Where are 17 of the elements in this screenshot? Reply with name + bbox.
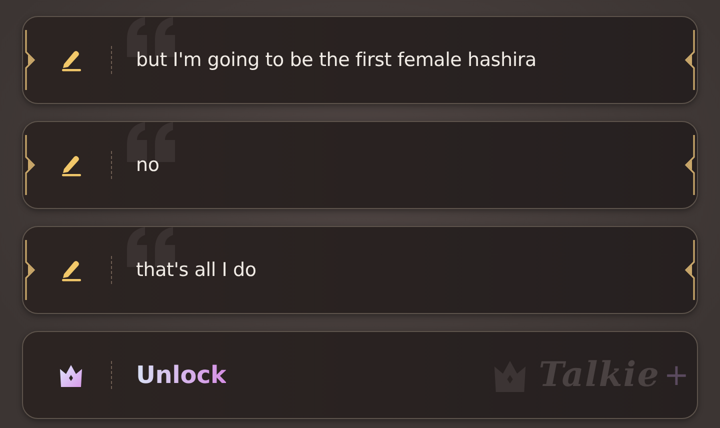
plus-sign: + — [664, 358, 689, 392]
pencil-icon — [59, 258, 83, 282]
reply-text: no — [136, 154, 160, 176]
pencil-icon — [59, 153, 83, 177]
reply-text: but I'm going to be the first female hashira — [136, 49, 536, 71]
ornament-icon — [682, 135, 696, 195]
ornament-icon — [24, 30, 38, 90]
ornament-icon — [24, 240, 38, 300]
crown-icon — [59, 363, 83, 387]
reply-text: that's all I do — [136, 259, 256, 281]
ornament-icon — [682, 30, 696, 90]
reply-option[interactable]: no — [22, 121, 698, 209]
ornament-icon — [24, 135, 38, 195]
reply-option[interactable]: but I'm going to be the first female hashira — [22, 16, 698, 104]
ornament-icon — [682, 240, 696, 300]
pencil-icon — [59, 48, 83, 72]
reply-option[interactable]: that's all I do — [22, 226, 698, 314]
